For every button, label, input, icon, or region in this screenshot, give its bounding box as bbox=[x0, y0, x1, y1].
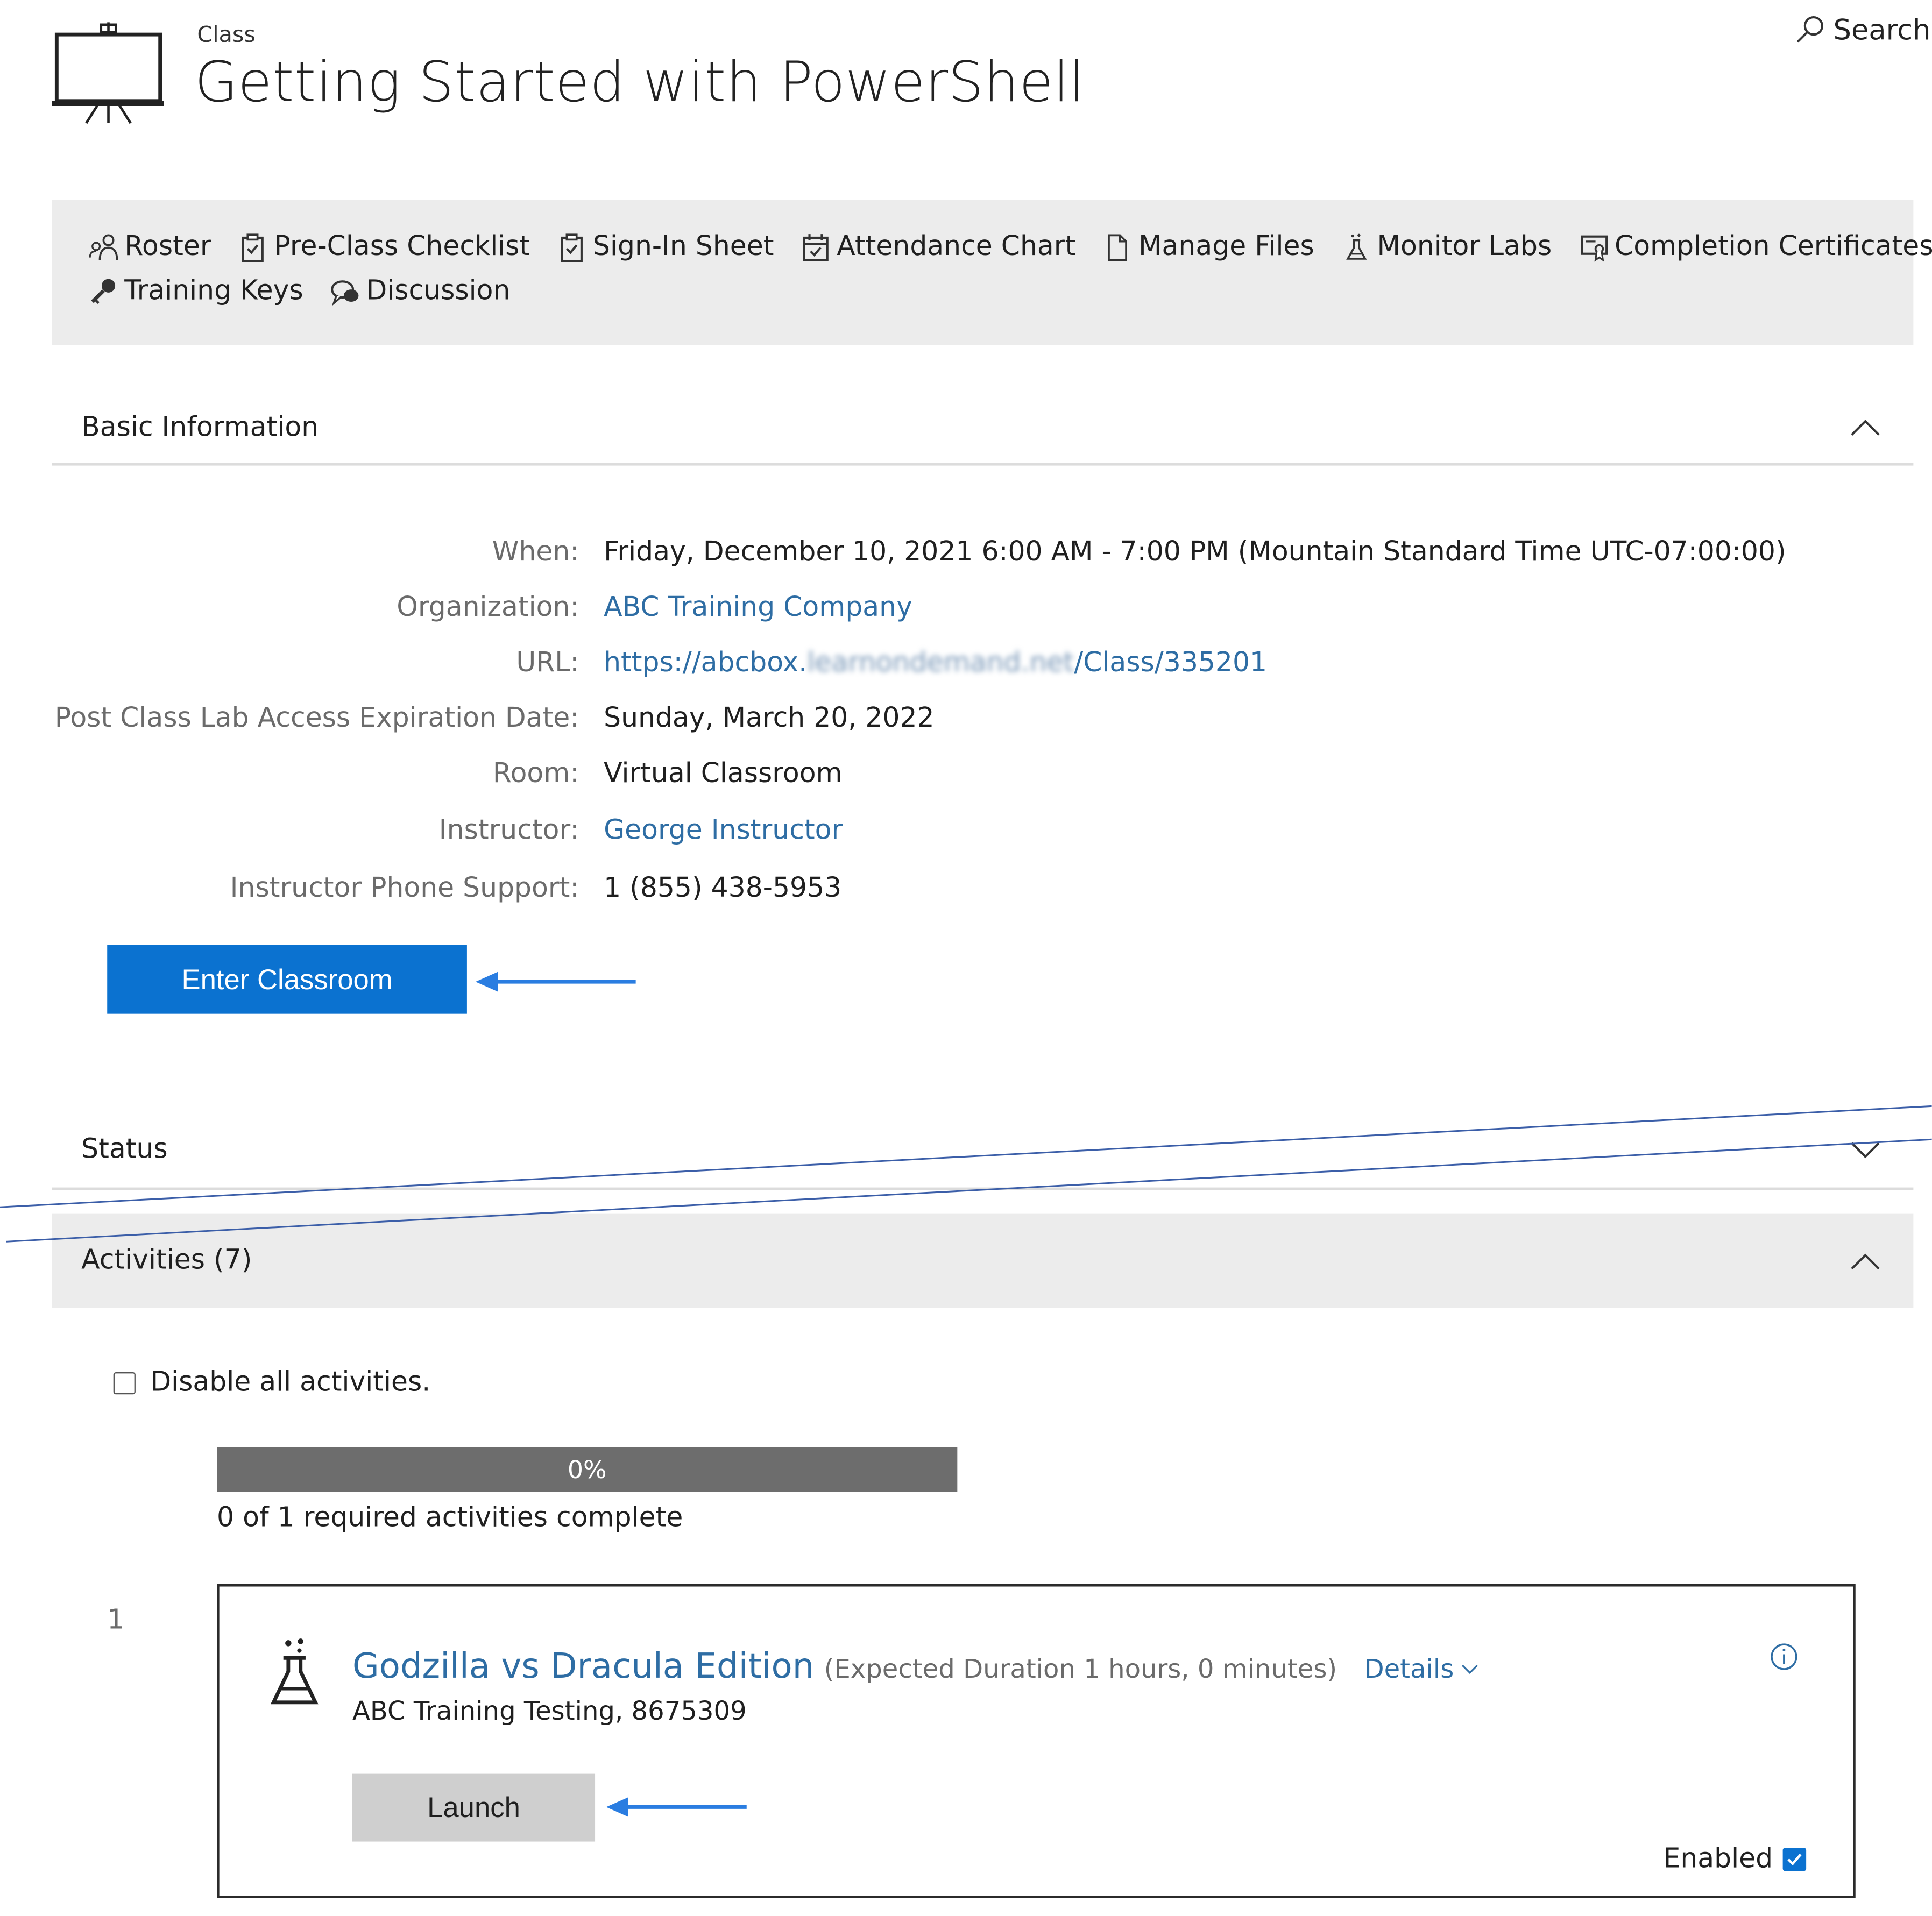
details-label: Details bbox=[1364, 1654, 1454, 1684]
info-label-when: When: bbox=[492, 537, 579, 568]
info-label-room: Room: bbox=[492, 758, 579, 790]
url-prefix: https://abcbox. bbox=[604, 648, 808, 679]
chevron-down-icon bbox=[1462, 1664, 1478, 1674]
checkmark-icon bbox=[1787, 1854, 1802, 1866]
toolbar-sign-in-sheet[interactable]: Sign-In Sheet bbox=[557, 232, 774, 262]
instructor-link[interactable]: George Instructor bbox=[604, 815, 843, 846]
class-presentation-icon bbox=[52, 22, 164, 124]
key-icon bbox=[91, 278, 116, 303]
progress-caption: 0 of 1 required activities complete bbox=[217, 1502, 683, 1534]
basic-information-title: Basic Information bbox=[81, 412, 319, 443]
page-title: Getting Started with PowerShell bbox=[194, 49, 1085, 115]
activity-subtitle: ABC Training Testing, 8675309 bbox=[352, 1696, 747, 1726]
organization-link[interactable]: ABC Training Company bbox=[604, 592, 912, 623]
activity-enabled[interactable]: Enabled bbox=[1664, 1844, 1806, 1875]
toolbar-attendance-chart[interactable]: Attendance Chart bbox=[801, 232, 1075, 262]
chevron-up-icon bbox=[1851, 1253, 1880, 1269]
page: Class Getting Started with PowerShell Se… bbox=[0, 0, 1932, 1915]
search-icon bbox=[1796, 16, 1823, 43]
page-kicker: Class bbox=[197, 22, 256, 48]
info-label-organization: Organization: bbox=[397, 592, 579, 623]
toolbar-roster[interactable]: Roster bbox=[89, 232, 211, 262]
annotation-arrow-icon bbox=[606, 1797, 747, 1817]
url-blurred-domain: learnondemand.net bbox=[807, 648, 1074, 679]
toolbar-discussion[interactable]: Discussion bbox=[330, 276, 510, 307]
info-label-phone-support: Instructor Phone Support: bbox=[230, 873, 579, 904]
toolbar-pre-class-checklist-label: Pre-Class Checklist bbox=[274, 231, 530, 262]
activity-duration: (Expected Duration 1 hours, 0 minutes) bbox=[824, 1654, 1337, 1684]
activity-number: 1 bbox=[107, 1605, 125, 1636]
file-icon bbox=[1108, 233, 1127, 260]
activity-title-link[interactable]: Godzilla vs Dracula Edition bbox=[352, 1645, 814, 1686]
toolbar-training-keys[interactable]: Training Keys bbox=[89, 276, 303, 307]
clipboard-check-icon bbox=[561, 233, 583, 262]
toolbar-attendance-chart-label: Attendance Chart bbox=[837, 231, 1076, 262]
toolbar-discussion-label: Discussion bbox=[366, 275, 511, 307]
flask-icon bbox=[270, 1638, 319, 1705]
activity-card bbox=[217, 1584, 1856, 1898]
disable-all-activities[interactable]: Disable all activities. bbox=[113, 1367, 431, 1399]
search-link[interactable]: Search bbox=[1794, 15, 1931, 47]
toolbar-training-keys-label: Training Keys bbox=[124, 275, 303, 307]
roster-icon bbox=[89, 233, 118, 260]
toolbar-monitor-labs-label: Monitor Labs bbox=[1377, 231, 1552, 262]
chat-bubbles-icon bbox=[331, 280, 359, 306]
activity-details-toggle[interactable]: Details bbox=[1364, 1654, 1479, 1684]
url-suffix: /Class/335201 bbox=[1074, 648, 1268, 679]
info-label-expiration: Post Class Lab Access Expiration Date: bbox=[54, 703, 579, 734]
enter-classroom-button[interactable]: Enter Classroom bbox=[107, 945, 467, 1014]
disable-all-checkbox[interactable] bbox=[113, 1371, 136, 1394]
info-value-expiration: Sunday, March 20, 2022 bbox=[604, 703, 935, 734]
flask-icon bbox=[1346, 233, 1367, 259]
info-label-url: URL: bbox=[516, 648, 579, 679]
search-label: Search bbox=[1833, 15, 1931, 47]
toolbar-manage-files[interactable]: Manage Files bbox=[1103, 232, 1314, 262]
toolbar-completion-certificates[interactable]: Completion Certificates bbox=[1579, 232, 1932, 262]
class-url-link[interactable]: https://abcbox.learnondemand.net/Class/3… bbox=[604, 648, 1267, 679]
activity-title-row: Godzilla vs Dracula Edition (Expected Du… bbox=[352, 1645, 1478, 1686]
progress-percent: 0% bbox=[567, 1454, 607, 1485]
annotation-arrow-icon bbox=[475, 971, 636, 992]
info-label-instructor: Instructor: bbox=[438, 815, 579, 847]
toolbar-roster-label: Roster bbox=[124, 231, 211, 262]
chevron-up-icon bbox=[1851, 420, 1880, 436]
toolbar-completion-certificates-label: Completion Certificates bbox=[1615, 231, 1932, 262]
class-toolbar: Roster Pre-Class Checklist Sign-In Sheet bbox=[52, 199, 1932, 345]
toolbar-pre-class-checklist[interactable]: Pre-Class Checklist bbox=[238, 232, 530, 262]
info-value-when: Friday, December 10, 2021 6:00 AM - 7:00… bbox=[604, 537, 1786, 568]
clipboard-check-icon bbox=[242, 233, 264, 262]
info-icon[interactable] bbox=[1769, 1642, 1799, 1672]
certificate-icon bbox=[1580, 235, 1608, 261]
info-value-phone-support: 1 (855) 438-5953 bbox=[604, 873, 842, 904]
page-break-lines bbox=[0, 1105, 1932, 1243]
toolbar-monitor-labs[interactable]: Monitor Labs bbox=[1341, 232, 1552, 262]
activities-progress-bar: 0% bbox=[217, 1447, 958, 1492]
toolbar-manage-files-label: Manage Files bbox=[1138, 231, 1314, 262]
info-value-room: Virtual Classroom bbox=[604, 758, 843, 790]
disable-all-label: Disable all activities. bbox=[150, 1367, 431, 1399]
enabled-label: Enabled bbox=[1663, 1844, 1773, 1875]
toolbar-sign-in-sheet-label: Sign-In Sheet bbox=[592, 231, 774, 262]
launch-button[interactable]: Launch bbox=[352, 1773, 596, 1842]
enabled-checkbox[interactable] bbox=[1782, 1848, 1806, 1871]
basic-information-header[interactable]: Basic Information bbox=[52, 392, 1914, 466]
calendar-check-icon bbox=[803, 233, 829, 261]
